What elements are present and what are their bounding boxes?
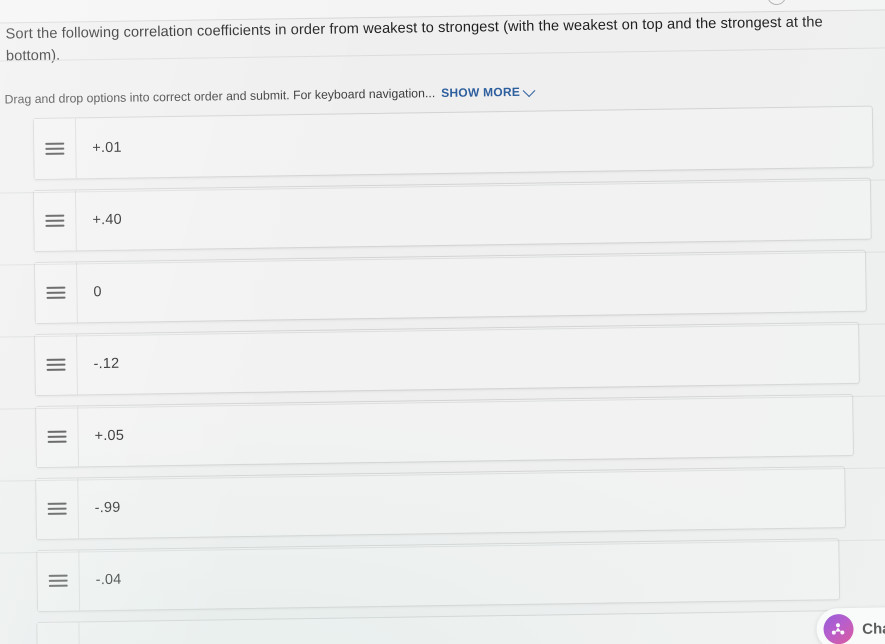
drag-handle-icon [45, 212, 65, 230]
chat-avatar-icon [822, 613, 854, 644]
list-item[interactable]: -.04 [36, 538, 841, 613]
instructions-text: Drag and drop options into correct order… [4, 86, 436, 107]
instructions-row: Drag and drop options into correct order… [4, 83, 535, 107]
show-more-label: SHOW MORE [441, 84, 521, 101]
drag-handle-icon [48, 572, 68, 590]
drag-handle[interactable] [37, 622, 81, 644]
list-item-value: +.05 [94, 427, 125, 445]
list-item[interactable]: -.99 [35, 466, 847, 541]
list-item-value: -.12 [93, 355, 120, 373]
list-item[interactable]: -.72 [36, 610, 834, 644]
drag-handle[interactable] [35, 334, 78, 396]
drag-handle-icon [46, 284, 66, 302]
chat-launcher-button[interactable]: Chat [815, 607, 885, 644]
chevron-down-icon [522, 83, 535, 97]
show-more-button[interactable]: SHOW MORE [441, 83, 535, 101]
drag-handle-icon [45, 140, 65, 158]
chat-label: Chat [862, 619, 885, 638]
progress-answered-text: 4/20 answered [793, 0, 882, 3]
screen-capture-area: 4/20 answered Sort the following correla… [0, 0, 885, 644]
drag-handle[interactable] [36, 478, 80, 540]
list-item-value: -.99 [94, 499, 121, 517]
drag-handle[interactable] [36, 406, 80, 468]
list-item[interactable]: +.01 [32, 105, 874, 181]
list-item-value: +.40 [92, 211, 122, 229]
list-item[interactable]: -.12 [34, 321, 860, 397]
drag-handle-icon [46, 356, 66, 374]
list-item-value: 0 [93, 284, 102, 301]
drag-handle-icon [47, 500, 67, 518]
progress-ring-icon [767, 0, 787, 6]
list-item-value: +.01 [92, 139, 122, 157]
list-item[interactable]: +.05 [35, 393, 854, 469]
drag-handle-icon [47, 428, 67, 446]
drag-handle[interactable] [33, 190, 77, 252]
sortable-list: +.01 +.40 0 -.12 +.05 -.99 -.04 [0, 105, 885, 644]
list-item-value: -.72 [79, 611, 832, 644]
list-item-value: -.04 [95, 571, 122, 589]
list-item[interactable]: 0 [34, 249, 867, 325]
drag-handle[interactable] [37, 550, 81, 612]
drag-handle[interactable] [35, 262, 78, 324]
drag-handle[interactable] [33, 118, 77, 180]
list-item[interactable]: +.40 [32, 177, 872, 253]
